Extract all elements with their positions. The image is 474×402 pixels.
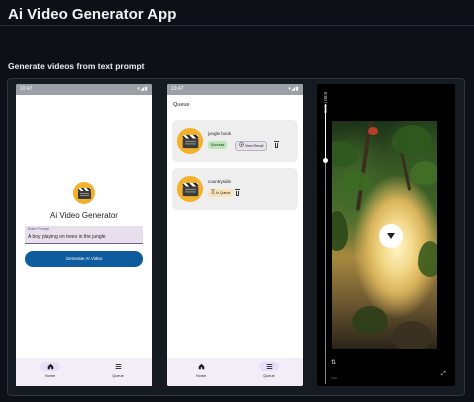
nav-queue-label: Queue — [263, 374, 275, 378]
queue-item: jungle book Success View Result — [172, 120, 298, 162]
queue-item-name: jungle book — [208, 131, 232, 136]
video-progress-handle[interactable] — [323, 158, 328, 163]
queue-item-name: countryside — [208, 179, 232, 184]
prompt-label: Enter Prompt — [28, 227, 49, 231]
prompt-input[interactable]: Enter Prompt A boy playing on trees in t… — [25, 226, 143, 244]
nav-queue[interactable]: Queue — [98, 362, 138, 378]
repeat-icon[interactable]: ⇅ — [331, 359, 336, 366]
queue-screen: 10:47 ▾◢▮ Queue jungle book Success View… — [167, 84, 303, 386]
nav-home[interactable]: Home — [181, 362, 221, 378]
video-player[interactable]: 0:00 / 0:05 ⇅ ⋯ ⤢ — [317, 84, 455, 386]
nav-home-label: Home — [195, 374, 207, 378]
view-result-label: View Result — [245, 144, 264, 148]
status-time: 10:47 — [20, 86, 33, 92]
queue-title: Queue — [173, 102, 190, 108]
play-pause-button[interactable] — [379, 224, 403, 248]
nav-queue[interactable]: Queue — [249, 362, 289, 378]
prompt-value: A boy playing on trees in the jungle — [28, 234, 106, 240]
hourglass-icon — [211, 189, 215, 197]
list-icon — [108, 362, 128, 371]
status-icons: ▾◢▮ — [288, 86, 299, 92]
fullscreen-icon[interactable]: ⤢ — [441, 371, 446, 378]
home-icon — [191, 362, 211, 371]
play-circle-icon — [239, 142, 244, 150]
list-icon — [259, 362, 279, 371]
section-subtitle: Generate videos from text prompt — [8, 61, 145, 71]
clapperboard-icon — [177, 176, 203, 202]
status-time: 10:47 — [171, 86, 184, 92]
more-icon[interactable]: ⋯ — [331, 375, 337, 382]
delete-icon[interactable] — [235, 189, 240, 196]
generate-video-button[interactable]: Generate AI Video — [25, 251, 143, 267]
delete-icon[interactable] — [274, 141, 279, 148]
home-icon — [40, 362, 60, 371]
nav-home-label: Home — [44, 374, 56, 378]
bottom-nav: Home Queue — [16, 358, 152, 386]
generator-heading: Ai Video Generator — [50, 211, 118, 220]
clapperboard-icon — [73, 182, 95, 204]
app-title: Ai Video Generator App — [8, 6, 177, 23]
nav-queue-label: Queue — [112, 374, 124, 378]
nav-home[interactable]: Home — [30, 362, 70, 378]
status-bar: 10:47 ▾◢▮ — [167, 84, 303, 95]
status-bar: 10:47 ▾◢▮ — [16, 84, 152, 95]
title-divider — [0, 25, 474, 26]
clapperboard-icon — [177, 128, 203, 154]
queue-item: countryside In Queue — [172, 168, 298, 210]
status-label: In Queue — [216, 191, 231, 195]
status-badge: Success — [208, 141, 228, 149]
status-icons: ▾◢▮ — [137, 86, 148, 92]
status-badge: In Queue — [208, 189, 234, 197]
bottom-nav: Home Queue — [167, 358, 303, 386]
chevron-down-icon — [387, 233, 395, 239]
view-result-button[interactable]: View Result — [235, 141, 268, 151]
video-progress-fill — [325, 104, 326, 160]
